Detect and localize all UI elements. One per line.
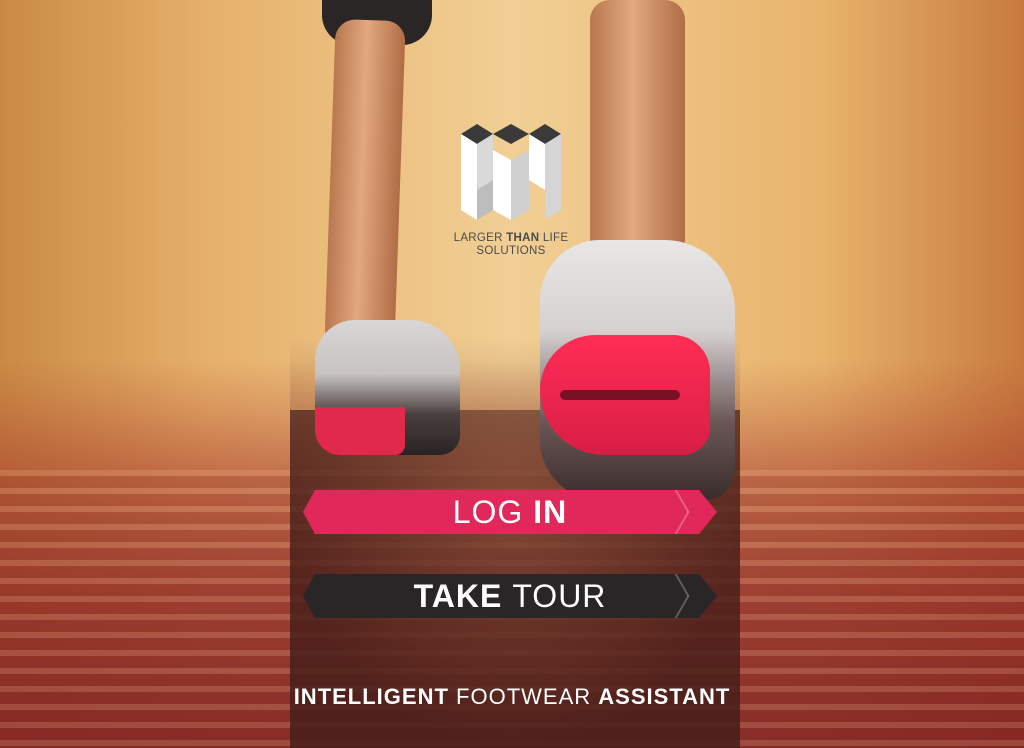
login-label-part2: IN <box>533 493 568 530</box>
left-leg <box>324 18 406 352</box>
chevron-right-icon <box>681 574 683 618</box>
take-tour-button[interactable]: TAKE TOUR <box>303 574 717 618</box>
brand-name: LARGER THAN LIFE SOLUTIONS <box>453 232 569 257</box>
cube-logo-icon <box>461 124 561 220</box>
chevron-right-icon <box>681 490 683 534</box>
login-button[interactable]: LOG IN <box>303 490 717 534</box>
right-shoe <box>540 240 735 500</box>
left-shoe <box>315 320 460 455</box>
brand-logo: LARGER THAN LIFE SOLUTIONS <box>452 120 570 265</box>
tour-label-part1: TAKE <box>413 577 503 614</box>
tagline: INTELLIGENT FOOTWEAR ASSISTANT <box>293 684 731 709</box>
right-leg <box>590 0 685 260</box>
login-label-part1: LOG <box>452 493 524 530</box>
tour-label-part2: TOUR <box>512 577 607 614</box>
